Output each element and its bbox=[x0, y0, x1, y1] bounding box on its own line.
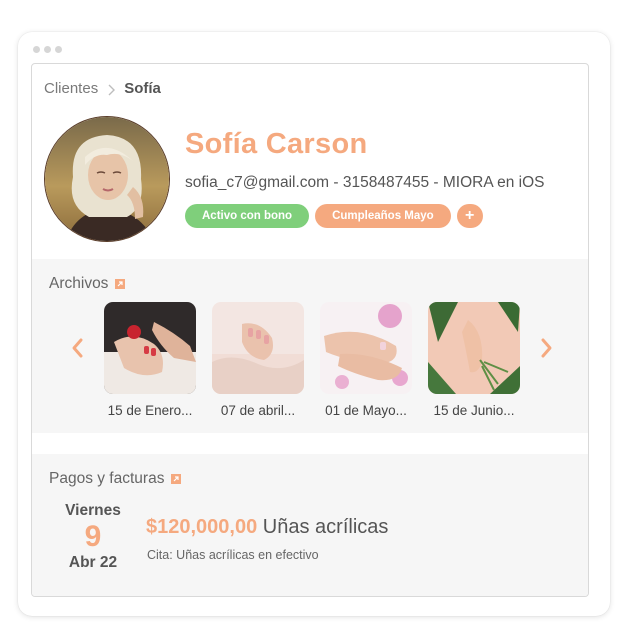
client-name: Sofía Carson bbox=[185, 128, 368, 160]
add-tag-button[interactable]: + bbox=[456, 204, 483, 228]
payment-note: Cita: Uñas acrílicas en efectivo bbox=[147, 548, 319, 562]
external-link-icon[interactable] bbox=[115, 279, 126, 289]
file-label: 07 de abril... bbox=[220, 403, 296, 418]
payment-day-number: 9 bbox=[84, 520, 102, 553]
file-label: 01 de Mayo... bbox=[325, 403, 407, 418]
payment-month-year: Abr 22 bbox=[68, 554, 118, 571]
file-item[interactable]: 15 de Junio... bbox=[428, 302, 520, 418]
chevron-right-icon bbox=[106, 83, 116, 95]
tag-activo-con-bono[interactable]: Activo con bono bbox=[185, 204, 310, 228]
breadcrumb-clientes-link[interactable]: Clientes bbox=[44, 80, 98, 97]
external-link-icon[interactable] bbox=[171, 474, 182, 484]
file-thumbnail[interactable] bbox=[212, 302, 304, 394]
payment-amount: $120,000,00 bbox=[146, 516, 258, 538]
arrow-left-icon[interactable] bbox=[70, 337, 84, 359]
payments-title-label: Pagos y facturas bbox=[49, 470, 165, 487]
app-window: Clientes Sofía Sofía Carson sofia_c7@gma… bbox=[18, 32, 610, 616]
window-dot bbox=[44, 46, 51, 53]
payments-title[interactable]: Pagos y facturas bbox=[49, 470, 182, 488]
breadcrumb: Clientes Sofía bbox=[44, 80, 161, 97]
window-dots bbox=[33, 46, 62, 53]
payments-section: Pagos y facturas Viernes 9 Abr 22 $120,0… bbox=[32, 454, 588, 596]
file-thumbnail[interactable] bbox=[428, 302, 520, 394]
file-label: 15 de Junio... bbox=[433, 403, 515, 418]
files-section: Archivos 15 de Enero... 07 de abril... 0… bbox=[32, 259, 588, 433]
breadcrumb-current: Sofía bbox=[124, 80, 161, 97]
client-tags: Activo con bono Cumpleaños Mayo + bbox=[185, 204, 483, 228]
files-title-label: Archivos bbox=[49, 275, 109, 292]
files-carousel: 15 de Enero... 07 de abril... 01 de Mayo… bbox=[104, 302, 520, 418]
client-profile-panel: Clientes Sofía Sofía Carson sofia_c7@gma… bbox=[31, 63, 589, 597]
file-item[interactable]: 15 de Enero... bbox=[104, 302, 196, 418]
file-thumbnail[interactable] bbox=[320, 302, 412, 394]
avatar bbox=[44, 116, 170, 242]
files-title[interactable]: Archivos bbox=[49, 275, 126, 293]
payment-service: Uñas acrílicas bbox=[262, 516, 389, 538]
arrow-right-icon[interactable] bbox=[540, 337, 554, 359]
window-dot bbox=[55, 46, 62, 53]
payment-date: Viernes 9 Abr 22 bbox=[52, 502, 134, 572]
window-dot bbox=[33, 46, 40, 53]
file-item[interactable]: 01 de Mayo... bbox=[320, 302, 412, 418]
tag-cumpleanos-mayo[interactable]: Cumpleaños Mayo bbox=[315, 204, 451, 228]
client-contact-info: sofia_c7@gmail.com - 3158487455 - MIORA … bbox=[185, 174, 545, 191]
file-label: 15 de Enero... bbox=[107, 403, 193, 418]
file-item[interactable]: 07 de abril... bbox=[212, 302, 304, 418]
payment-day-name: Viernes bbox=[65, 502, 121, 519]
payment-line[interactable]: $120,000,00 Uñas acrílicas bbox=[146, 516, 388, 539]
file-thumbnail[interactable] bbox=[104, 302, 196, 394]
